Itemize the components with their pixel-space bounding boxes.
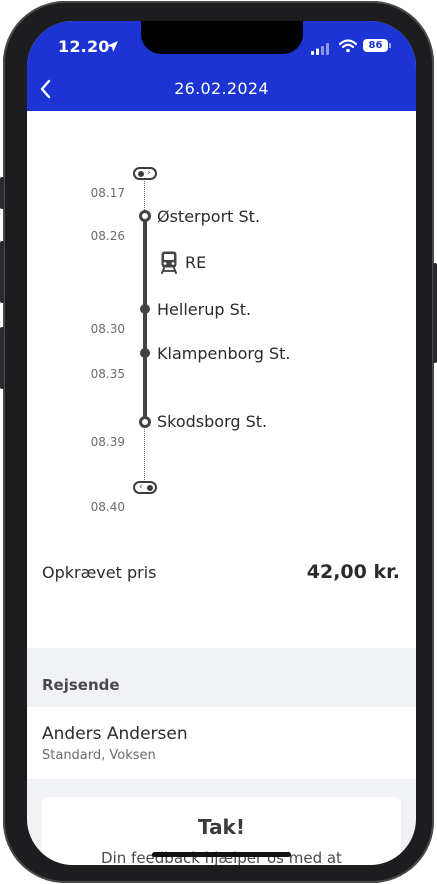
stop-name: Klampenborg St. <box>157 344 291 363</box>
status-time: 12.20 <box>58 37 110 56</box>
traveler-details: Standard, Voksen <box>42 748 156 763</box>
stop-time: 08.30 <box>90 322 125 336</box>
phone-frame: 12.20 86 26.02.2024 08.17 08.26 08.30 08… <box>0 1 437 883</box>
stop-name: Hellerup St. <box>157 300 252 319</box>
location-arrow-icon <box>106 38 119 57</box>
screen: 12.20 86 26.02.2024 08.17 08.26 08.30 08… <box>27 21 416 865</box>
train-type-label: RE <box>185 253 207 272</box>
traveler-row: Anders Andersen Standard, Voksen <box>27 707 416 779</box>
stop-name: Skodsborg St. <box>157 412 268 431</box>
dynamic-island <box>141 21 303 54</box>
stop-node <box>139 210 151 222</box>
check-in-icon: › <box>133 167 157 180</box>
check-out-icon: ‹ <box>133 481 157 494</box>
mute-switch <box>0 177 4 209</box>
volume-up-button <box>0 241 4 303</box>
header-bar: 12.20 86 26.02.2024 <box>27 21 416 111</box>
signal-icon <box>311 40 331 59</box>
stop-time: 08.35 <box>90 367 125 381</box>
volume-down-button <box>0 327 4 389</box>
stop-time: 08.39 <box>90 435 125 449</box>
route-line <box>143 216 147 422</box>
price-label: Opkrævet pris <box>42 563 157 582</box>
check-out-time: 08.40 <box>90 500 125 514</box>
power-button <box>433 263 437 363</box>
battery-tip <box>389 43 391 48</box>
stop-time: 08.26 <box>90 229 125 243</box>
price-value: 42,00 kr. <box>306 561 400 583</box>
traveler-name: Anders Andersen <box>42 724 188 744</box>
stop-node <box>139 416 151 428</box>
home-indicator[interactable] <box>152 852 291 857</box>
wifi-icon <box>338 38 358 57</box>
check-in-time: 08.17 <box>90 186 125 200</box>
feedback-title: Tak! <box>198 815 245 839</box>
walk-line <box>144 425 145 482</box>
stop-name: Østerport St. <box>157 207 261 226</box>
section-title-travelers: Rejsende <box>42 676 120 694</box>
train-icon <box>160 250 178 278</box>
stop-node <box>140 348 150 358</box>
page-title: 26.02.2024 <box>174 79 269 98</box>
stop-node <box>140 304 150 314</box>
battery-icon: 86 <box>363 39 388 52</box>
